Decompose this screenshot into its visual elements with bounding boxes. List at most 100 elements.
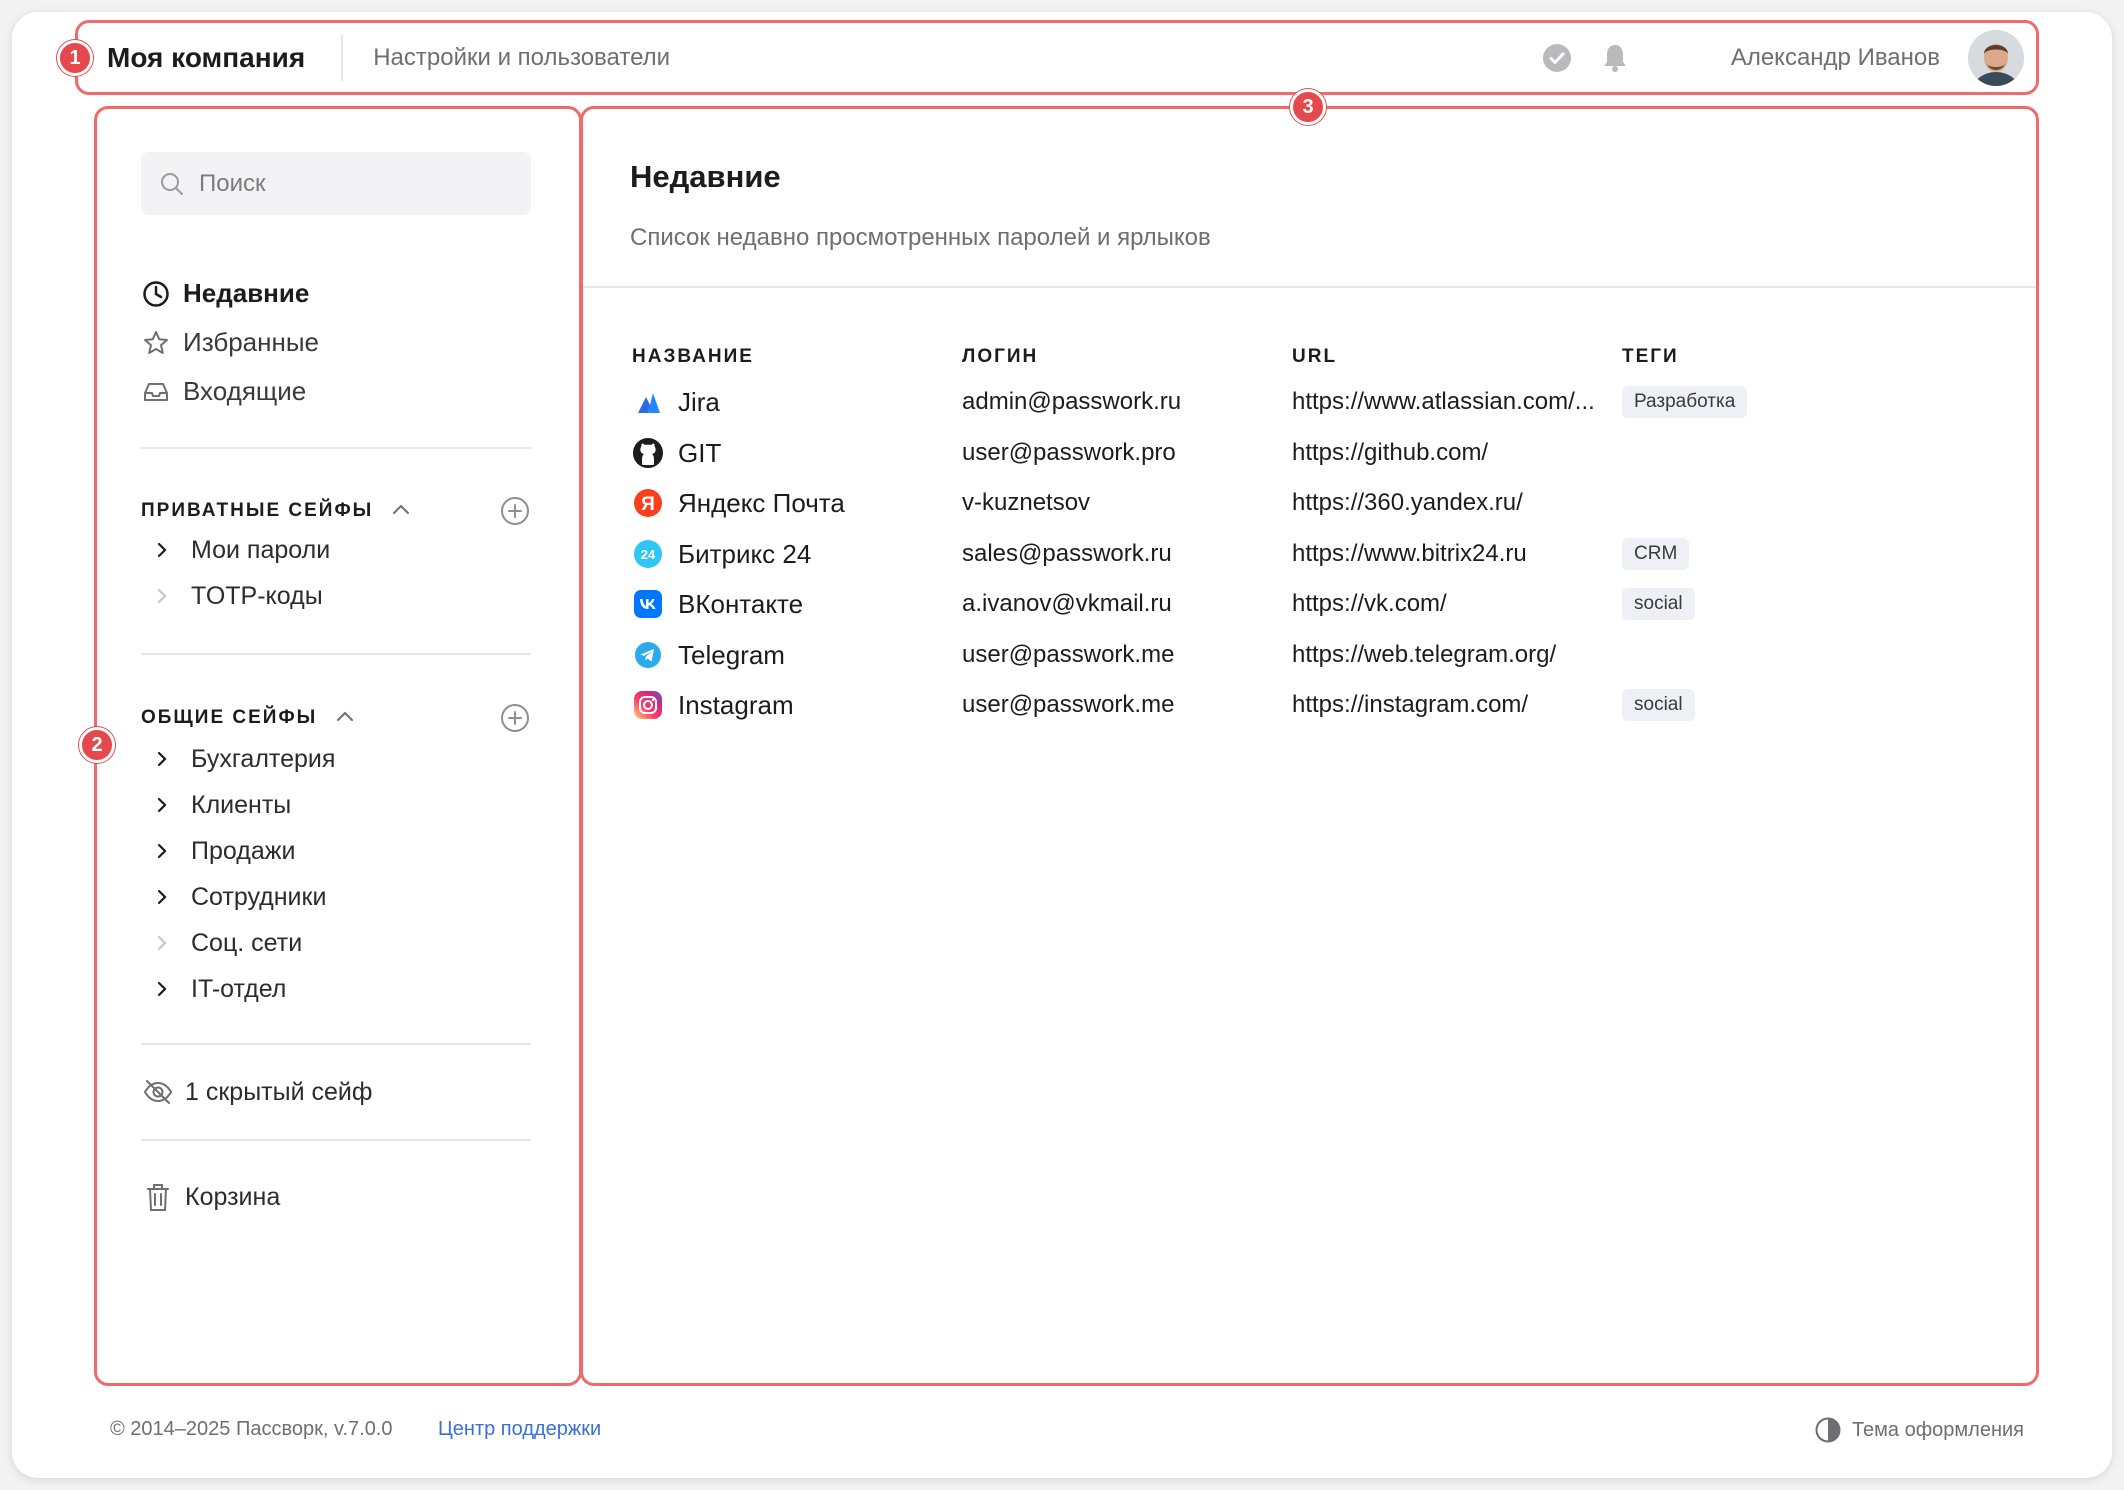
telegram-icon <box>632 639 664 671</box>
chevron-up-icon[interactable] <box>391 502 411 521</box>
main-panel: Недавние Список недавно просмотренных па… <box>580 106 2039 1386</box>
cell-url[interactable]: https://360.yandex.ru/ <box>1292 481 1523 525</box>
shared-vaults-header: ОБЩИЕ СЕЙФЫ <box>141 700 531 736</box>
chevron-right-icon[interactable] <box>149 888 175 906</box>
jira-icon <box>632 386 664 418</box>
private-vaults-header: ПРИВАТНЫЕ СЕЙФЫ <box>141 493 531 529</box>
nav-label: Недавние <box>183 278 310 308</box>
avatar[interactable] <box>1968 29 2024 86</box>
check-circle-icon[interactable] <box>1541 42 1573 74</box>
theme-toggle[interactable]: Тема оформления <box>1814 1416 2024 1444</box>
company-name[interactable]: Моя компания <box>107 42 305 74</box>
cell-tags: Разработка <box>1622 380 1748 424</box>
vault-label: Соц. сети <box>191 928 303 957</box>
cell-login: v-kuznetsov <box>962 489 1091 516</box>
chevron-right-icon[interactable] <box>149 796 175 814</box>
add-private-vault-icon[interactable] <box>499 495 531 527</box>
hidden-vaults-link[interactable]: 1 скрытый сейф <box>141 1075 372 1109</box>
tag-badge[interactable]: social <box>1622 689 1695 721</box>
row-name: Битрикс 24 <box>678 538 812 569</box>
cell-url[interactable]: https://github.com/ <box>1292 431 1488 475</box>
cell-url[interactable]: https://www.bitrix24.ru <box>1292 532 1527 576</box>
main-nav: Недавние Избранные Входящие <box>141 269 319 416</box>
cell-name: GIT <box>632 431 721 475</box>
table-row[interactable]: Telegram user@passwork.me https://web.te… <box>632 633 1832 677</box>
tag-badge[interactable]: CRM <box>1622 538 1690 570</box>
divider <box>141 653 531 655</box>
section-title: ОБЩИЕ СЕЙФЫ <box>141 707 318 728</box>
table-row[interactable]: 24 Битрикс 24 sales@passwork.ru https://… <box>632 532 1832 576</box>
cell-name: ВКонтакте <box>632 582 803 626</box>
cell-tags: social <box>1622 683 1695 727</box>
chevron-right-icon[interactable] <box>149 980 175 998</box>
vault-item[interactable]: Клиенты <box>141 782 335 828</box>
yandex-icon: Я <box>632 487 664 519</box>
vault-label: TOTP-коды <box>191 581 323 610</box>
column-header-tags[interactable]: ТЕГИ <box>1622 346 1679 368</box>
chevron-right-icon <box>149 934 175 952</box>
table-row[interactable]: Instagram user@passwork.me https://insta… <box>632 683 1832 727</box>
cell-tags: social <box>1622 582 1695 626</box>
tag-badge[interactable]: Разработка <box>1622 386 1748 418</box>
divider <box>141 447 531 449</box>
vault-item[interactable]: Бухгалтерия <box>141 736 335 782</box>
column-header-login[interactable]: ЛОГИН <box>962 346 1038 368</box>
cell-login: user@passwork.me <box>962 641 1175 668</box>
chevron-right-icon[interactable] <box>149 842 175 860</box>
search-input[interactable] <box>199 169 499 198</box>
search-box[interactable] <box>141 152 531 215</box>
table-row[interactable]: Я Яндекс Почта v-kuznetsov https://360.y… <box>632 481 1832 525</box>
table-row[interactable]: ВКонтакте a.ivanov@vkmail.ru https://vk.… <box>632 582 1832 626</box>
vk-icon <box>632 588 664 620</box>
trash-link[interactable]: Корзина <box>141 1180 280 1214</box>
cell-url[interactable]: https://web.telegram.org/ <box>1292 633 1556 677</box>
cell-url[interactable]: https://instagram.com/ <box>1292 683 1528 727</box>
vault-item[interactable]: Продажи <box>141 828 335 874</box>
cell-name: Я Яндекс Почта <box>632 481 845 525</box>
vault-item[interactable]: Мои пароли <box>141 527 330 573</box>
user-name[interactable]: Александр Иванов <box>1731 44 1940 72</box>
vault-item[interactable]: Сотрудники <box>141 874 335 920</box>
bell-icon[interactable] <box>1599 42 1631 74</box>
svg-text:24: 24 <box>641 547 656 562</box>
cell-url[interactable]: https://www.atlassian.com/... <box>1292 380 1595 424</box>
table-row[interactable]: GIT user@passwork.pro https://github.com… <box>632 431 1832 475</box>
tag-badge[interactable]: social <box>1622 588 1695 620</box>
vault-item[interactable]: IT-отдел <box>141 966 335 1012</box>
cell-name: Telegram <box>632 633 785 677</box>
nav-label: Входящие <box>183 376 307 406</box>
column-header-name[interactable]: НАЗВАНИЕ <box>632 346 754 368</box>
row-name: Яндекс Почта <box>678 487 845 518</box>
cell-name: Instagram <box>632 683 794 727</box>
nav-item-recent[interactable]: Недавние <box>141 269 319 318</box>
chevron-right-icon[interactable] <box>149 541 175 559</box>
chevron-right-icon <box>149 587 175 605</box>
settings-link[interactable]: Настройки и пользователи <box>373 44 670 72</box>
add-shared-vault-icon[interactable] <box>499 702 531 734</box>
clock-icon <box>141 279 171 309</box>
table-row[interactable]: Jira admin@passwork.ru https://www.atlas… <box>632 380 1832 424</box>
github-icon <box>632 437 664 469</box>
sidebar: Недавние Избранные Входящие ПРИВАТНЫЕ СЕ… <box>94 106 582 1386</box>
nav-item-favorites[interactable]: Избранные <box>141 318 319 367</box>
column-header-url[interactable]: URL <box>1292 346 1337 368</box>
divider <box>141 1139 531 1141</box>
header-right: Александр Иванов <box>1541 29 2036 86</box>
support-link[interactable]: Центр поддержки <box>438 1418 601 1440</box>
chevron-up-icon[interactable] <box>335 709 355 728</box>
contrast-icon <box>1815 1417 1841 1443</box>
private-vaults-list: Мои пароли TOTP-коды <box>141 527 330 619</box>
nav-item-inbox[interactable]: Входящие <box>141 367 319 416</box>
page-subtitle: Список недавно просмотренных паролей и я… <box>630 224 1211 251</box>
chevron-right-icon[interactable] <box>149 750 175 768</box>
vault-label: Бухгалтерия <box>191 744 336 773</box>
vault-item[interactable]: Соц. сети <box>141 920 335 966</box>
cell-name: Jira <box>632 380 720 424</box>
cell-name: 24 Битрикс 24 <box>632 532 811 576</box>
cell-url[interactable]: https://vk.com/ <box>1292 582 1447 626</box>
page-title: Недавние <box>630 159 781 194</box>
vault-item[interactable]: TOTP-коды <box>141 573 330 619</box>
svg-text:Я: Я <box>641 494 655 515</box>
hidden-vaults-label: 1 скрытый сейф <box>185 1077 373 1106</box>
vault-label: Сотрудники <box>191 882 327 911</box>
